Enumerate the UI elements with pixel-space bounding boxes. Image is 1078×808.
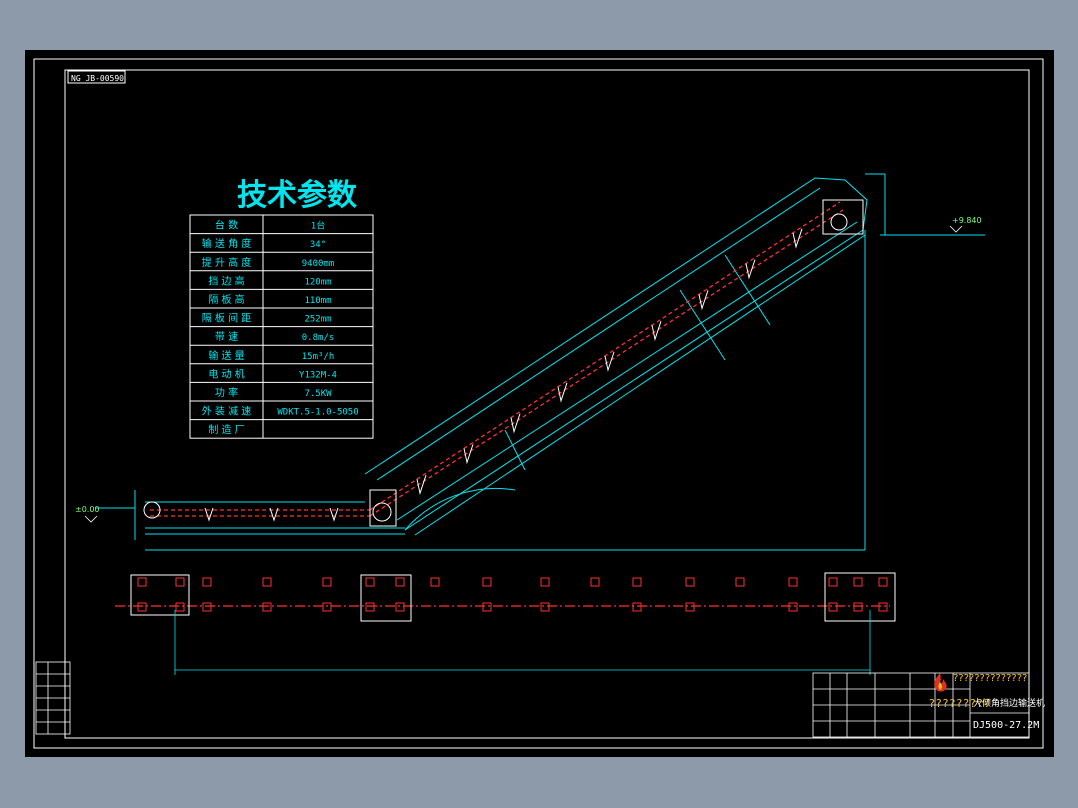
- anchor-bolt: [322, 577, 332, 587]
- anchor-bolt: [788, 577, 798, 587]
- anchor-bolt: [788, 602, 798, 612]
- anchor-bolt: [175, 602, 185, 612]
- param-label: 隔 板 间 距: [202, 312, 252, 325]
- elevation-base: ±0.00: [75, 505, 100, 514]
- anchor-bolt: [365, 577, 375, 587]
- anchor-bolt: [632, 602, 642, 612]
- anchor-bolt: [828, 602, 838, 612]
- anchor-bolt: [202, 602, 212, 612]
- elevation-top: +9.840: [952, 216, 982, 225]
- anchor-bolt: [365, 602, 375, 612]
- param-label: 输 送 量: [208, 349, 244, 362]
- anchor-bolt: [632, 577, 642, 587]
- cad-viewport[interactable]: NG JB-00590 技术参数 台 数 1台输 送 角 度 34° 提 升 高 度 9…: [25, 50, 1054, 757]
- conveyor-belt: [150, 201, 844, 517]
- drawing-number: DJ500-27.2M: [973, 720, 1039, 731]
- params-table: 台 数 1台输 送 角 度 34° 提 升 高 度 9400mm 挡 边 高 120mm 隔 …: [189, 214, 374, 439]
- conveyor-drawing: NG JB-00590 技术参数 台 数 1台输 送 角 度 34° 提 升 高 度 9…: [33, 58, 1045, 749]
- param-value: 34°: [310, 240, 326, 250]
- anchor-bolt: [853, 602, 863, 612]
- anchor-bolt: [685, 602, 695, 612]
- param-label: 外 装 减 速: [202, 405, 252, 418]
- param-label: 输 送 角 度: [202, 237, 252, 250]
- anchor-bolt: [590, 577, 600, 587]
- anchor-bolt: [685, 577, 695, 587]
- param-label: 电 动 机: [208, 367, 244, 380]
- pulleys: [143, 199, 864, 527]
- anchor-bolt: [430, 577, 440, 587]
- anchor-bolt: [137, 602, 147, 612]
- anchor-bolt: [482, 577, 492, 587]
- param-value: WDKT.5-1.0-5050: [277, 408, 358, 418]
- sheet-outer-border: [33, 58, 1044, 749]
- anchor-bolt: [735, 577, 745, 587]
- param-value: 1台: [311, 220, 325, 232]
- param-label: 功 率: [215, 386, 238, 399]
- param-label: 隔 板 高: [208, 293, 244, 306]
- param-value: 110mm: [304, 296, 331, 306]
- sheet-inner-border: [64, 69, 1030, 739]
- param-value: 252mm: [304, 315, 331, 325]
- param-label: 制 造 厂: [208, 423, 244, 436]
- param-label: 台 数: [215, 219, 238, 232]
- param-value: 120mm: [304, 277, 331, 287]
- anchor-bolt: [482, 602, 492, 612]
- anchor-bolt: [262, 577, 272, 587]
- anchor-bolt: [262, 602, 272, 612]
- param-value: 15m³/h: [302, 352, 335, 362]
- param-label: 提 升 高 度: [202, 256, 252, 269]
- drawing-title: 技术参数: [237, 178, 358, 213]
- watermark: ?????????????? ?????????: [927, 670, 1027, 720]
- anchor-bolt: [540, 577, 550, 587]
- anchor-bolt: [395, 602, 405, 612]
- anchor-bolt: [878, 602, 888, 612]
- anchor-bolt: [202, 577, 212, 587]
- watermark-line1: ??????????????: [953, 673, 1028, 684]
- param-value: Y132M-4: [299, 370, 337, 380]
- param-value: 0.8m/s: [302, 333, 335, 343]
- anchor-bolt: [137, 577, 147, 587]
- foundation-plan: [115, 572, 896, 675]
- anchor-bolt: [540, 602, 550, 612]
- param-value: 7.5KW: [304, 389, 332, 399]
- code-box-text: NG JB-00590: [71, 74, 124, 83]
- anchor-bolt: [175, 577, 185, 587]
- param-label: 带 速: [215, 331, 238, 343]
- anchor-bolt: [322, 602, 332, 612]
- watermark-line2: ?????????: [929, 697, 991, 710]
- param-label: 挡 边 高: [208, 274, 244, 287]
- anchor-bolt: [395, 577, 405, 587]
- anchor-bolt: [878, 577, 888, 587]
- anchor-bolt: [853, 577, 863, 587]
- param-value: 9400mm: [302, 259, 335, 269]
- flame-icon: [934, 673, 947, 692]
- anchor-bolt: [828, 577, 838, 587]
